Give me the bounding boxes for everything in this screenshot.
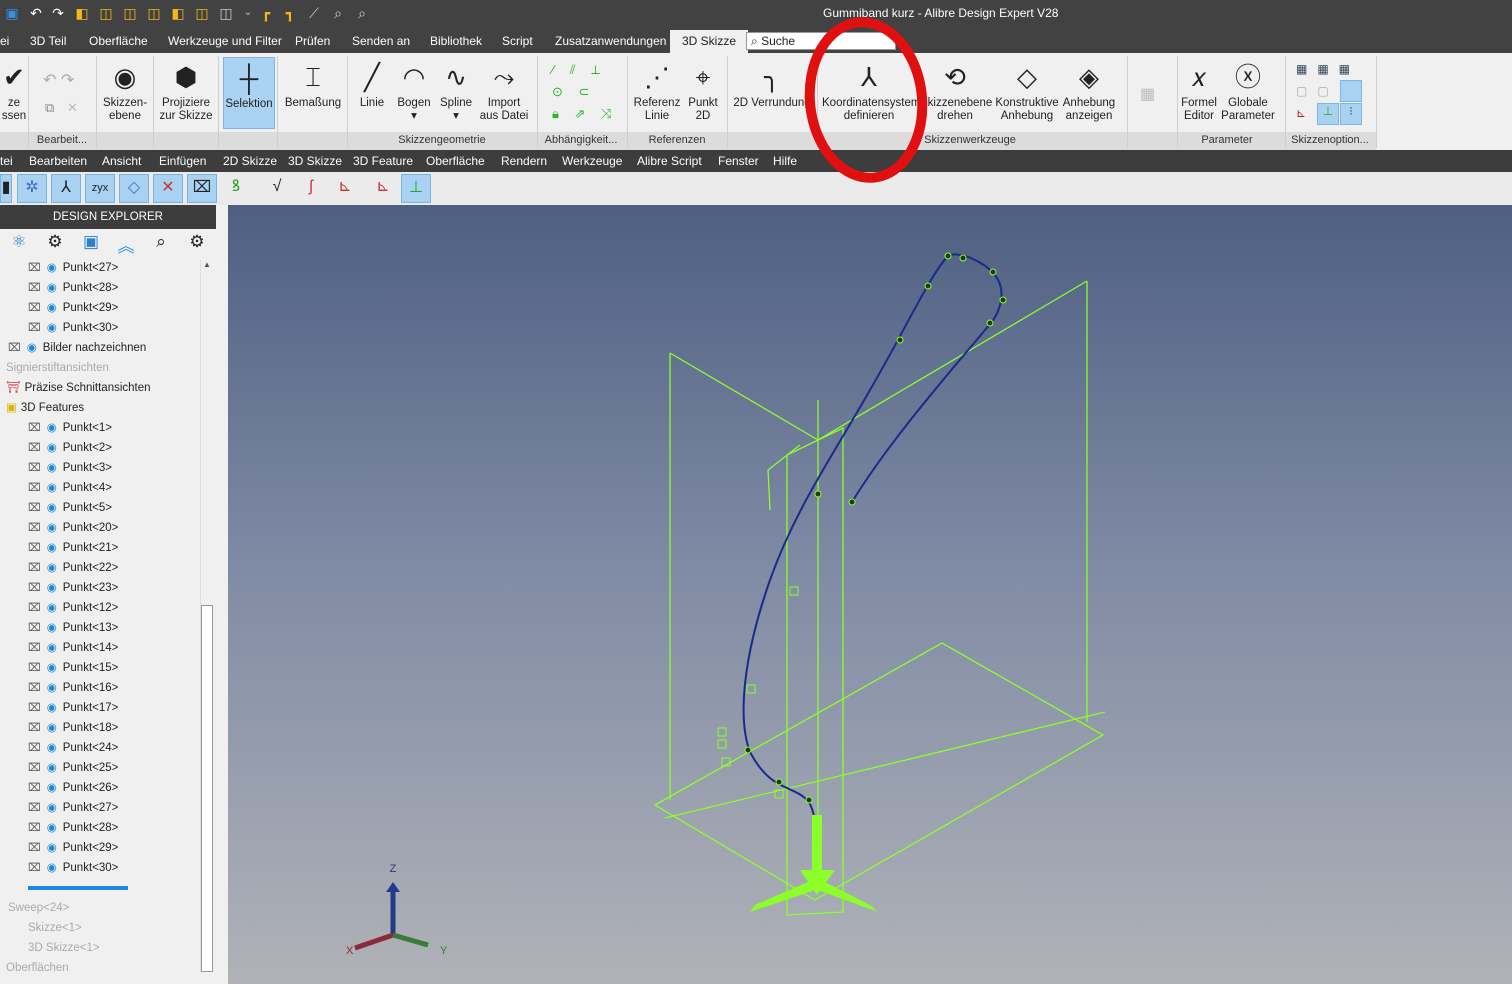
triad-x-label: X	[346, 945, 354, 957]
sweep-path-curve[interactable]	[742, 253, 1003, 879]
scene: Z X Y	[346, 17, 1106, 957]
sketch-planes	[653, 280, 1106, 916]
coordinate-triad	[354, 882, 429, 951]
triad-z-label: Z	[390, 863, 397, 875]
triad-y-label: Y	[440, 945, 448, 957]
red-highlight-annotation	[804, 17, 928, 183]
lift-arrows-icon[interactable]	[750, 815, 878, 912]
